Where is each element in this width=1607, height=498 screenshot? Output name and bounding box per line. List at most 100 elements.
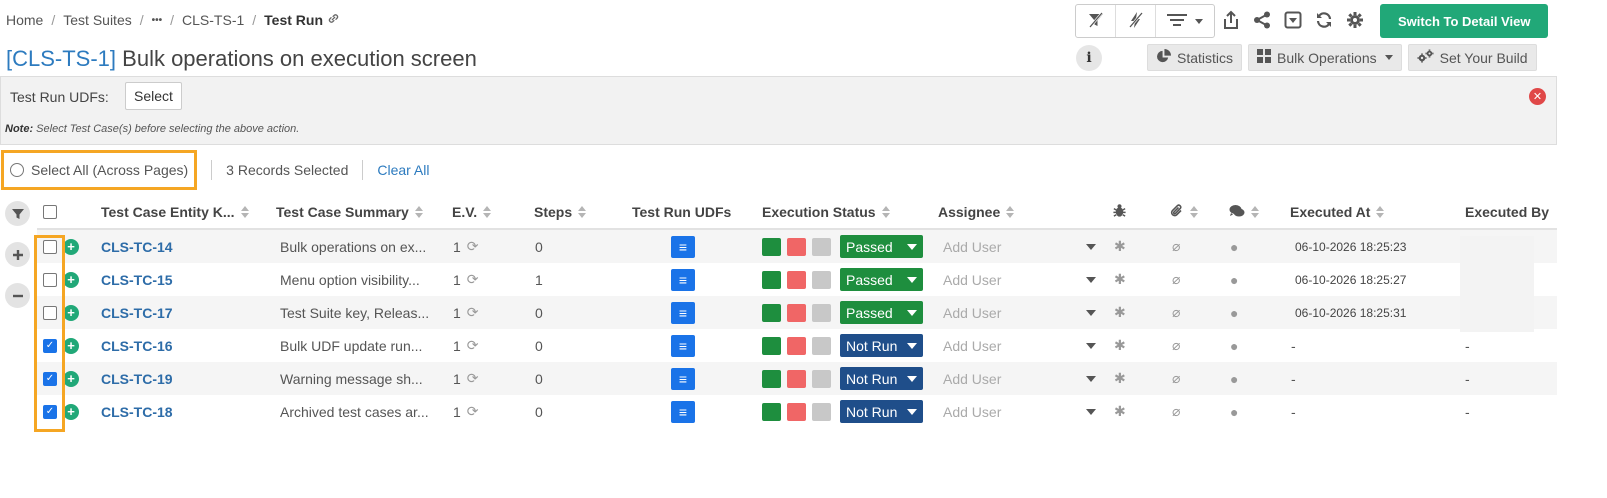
not-run-quick-button[interactable] bbox=[812, 270, 831, 289]
switch-to-detail-view-button[interactable]: Switch To Detail View bbox=[1380, 4, 1549, 38]
bug-icon[interactable]: ✱ bbox=[1114, 230, 1126, 263]
collapse-all-icon[interactable] bbox=[5, 283, 30, 308]
pass-quick-button[interactable] bbox=[762, 270, 781, 289]
pass-quick-button[interactable] bbox=[762, 237, 781, 256]
udf-edit-icon[interactable]: ≡ bbox=[671, 301, 695, 324]
paperclip-icon[interactable]: ⌀ bbox=[1172, 296, 1180, 329]
assignee-select[interactable]: Add User bbox=[943, 263, 1096, 296]
pass-quick-button[interactable] bbox=[762, 369, 781, 388]
add-step-icon[interactable]: + bbox=[63, 238, 79, 255]
assignee-select[interactable]: Add User bbox=[943, 395, 1096, 428]
header-test-case-summary[interactable]: Test Case Summary bbox=[276, 204, 423, 220]
header-select-checkbox[interactable] bbox=[43, 205, 57, 219]
udf-edit-icon[interactable]: ≡ bbox=[671, 268, 695, 291]
test-case-key-link[interactable]: CLS-TC-17 bbox=[101, 305, 173, 321]
add-step-icon[interactable]: + bbox=[63, 337, 79, 354]
pass-quick-button[interactable] bbox=[762, 402, 781, 421]
info-icon[interactable]: i bbox=[1076, 45, 1102, 71]
fail-quick-button[interactable] bbox=[787, 369, 806, 388]
add-step-icon[interactable]: + bbox=[63, 304, 79, 321]
comments-icon[interactable]: ● bbox=[1230, 263, 1238, 296]
statistics-button[interactable]: Statistics bbox=[1147, 44, 1243, 71]
settings-button[interactable] bbox=[1339, 4, 1370, 38]
pass-quick-button[interactable] bbox=[762, 303, 781, 322]
comments-icon[interactable]: ● bbox=[1230, 296, 1238, 329]
add-step-icon[interactable]: + bbox=[63, 370, 79, 387]
share-button[interactable] bbox=[1246, 4, 1277, 38]
sort-dropdown-button[interactable] bbox=[1156, 5, 1214, 37]
paperclip-icon[interactable]: ⌀ bbox=[1172, 362, 1180, 395]
table-row[interactable]: ✓ + CLS-TC-16 Bulk UDF update run... 1 ⟳ … bbox=[37, 329, 1557, 362]
comments-icon[interactable]: ● bbox=[1230, 362, 1238, 395]
udf-select-button[interactable]: Select bbox=[125, 82, 182, 110]
export-button[interactable] bbox=[1215, 4, 1246, 38]
fail-quick-button[interactable] bbox=[787, 336, 806, 355]
pass-quick-button[interactable] bbox=[762, 336, 781, 355]
filter-icon[interactable] bbox=[5, 201, 30, 226]
bug-icon[interactable]: ✱ bbox=[1114, 296, 1126, 329]
breadcrumb-ellipsis[interactable]: ••• bbox=[152, 15, 163, 26]
expand-all-icon[interactable] bbox=[5, 242, 30, 267]
breadcrumb-test-suites[interactable]: Test Suites bbox=[63, 12, 131, 28]
test-case-key-link[interactable]: CLS-TC-19 bbox=[101, 371, 173, 387]
refresh-icon[interactable]: ⟳ bbox=[467, 403, 479, 420]
fail-quick-button[interactable] bbox=[787, 402, 806, 421]
execution-status-dropdown[interactable]: Not Run bbox=[840, 334, 923, 357]
bug-icon[interactable]: ✱ bbox=[1114, 395, 1126, 428]
add-step-icon[interactable]: + bbox=[63, 403, 79, 420]
refresh-icon[interactable]: ⟳ bbox=[467, 370, 479, 387]
test-case-key-link[interactable]: CLS-TC-15 bbox=[101, 272, 173, 288]
test-case-key-link[interactable]: CLS-TC-14 bbox=[101, 239, 173, 255]
bulk-toggle-button[interactable] bbox=[1116, 5, 1156, 37]
table-row[interactable]: + CLS-TC-15 Menu option visibility... 1 ⟳… bbox=[37, 263, 1557, 296]
header-comments[interactable] bbox=[1229, 204, 1259, 221]
close-icon[interactable]: ✕ bbox=[1529, 88, 1546, 105]
execution-status-dropdown[interactable]: Passed bbox=[840, 301, 923, 324]
select-all-radio[interactable] bbox=[10, 163, 24, 177]
refresh-icon[interactable]: ⟳ bbox=[467, 271, 479, 288]
collapse-button[interactable] bbox=[1277, 4, 1308, 38]
refresh-icon[interactable]: ⟳ bbox=[467, 238, 479, 255]
header-executed-by[interactable]: Executed By bbox=[1465, 204, 1549, 220]
fail-quick-button[interactable] bbox=[787, 303, 806, 322]
refresh-icon[interactable]: ⟳ bbox=[467, 337, 479, 354]
header-checkbox[interactable] bbox=[43, 205, 57, 219]
execution-status-dropdown[interactable]: Passed bbox=[840, 268, 923, 291]
add-step-icon[interactable]: + bbox=[63, 271, 79, 288]
execution-status-dropdown[interactable]: Not Run bbox=[840, 367, 923, 390]
not-run-quick-button[interactable] bbox=[812, 237, 831, 256]
table-row[interactable]: ✓ + CLS-TC-19 Warning message sh... 1 ⟳ 0… bbox=[37, 362, 1557, 395]
header-ev[interactable]: E.V. bbox=[452, 204, 492, 220]
test-case-key-link[interactable]: CLS-TC-16 bbox=[101, 338, 173, 354]
execution-status-dropdown[interactable]: Passed bbox=[840, 235, 923, 258]
bug-icon[interactable]: ✱ bbox=[1114, 329, 1126, 362]
udf-edit-icon[interactable]: ≡ bbox=[671, 367, 695, 390]
udf-edit-icon[interactable]: ≡ bbox=[671, 400, 695, 423]
header-attachments[interactable] bbox=[1170, 203, 1198, 221]
set-your-build-button[interactable]: Set Your Build bbox=[1407, 44, 1537, 71]
refresh-icon[interactable]: ⟳ bbox=[467, 304, 479, 321]
paperclip-icon[interactable]: ⌀ bbox=[1172, 230, 1180, 263]
bulk-operations-button[interactable]: Bulk Operations bbox=[1248, 44, 1402, 71]
table-row[interactable]: ✓ + CLS-TC-18 Archived test cases ar... … bbox=[37, 395, 1557, 428]
header-executed-at[interactable]: Executed At bbox=[1290, 204, 1385, 220]
header-assignee[interactable]: Assignee bbox=[938, 204, 1015, 220]
not-run-quick-button[interactable] bbox=[812, 369, 831, 388]
bug-icon[interactable]: ✱ bbox=[1114, 362, 1126, 395]
udf-edit-icon[interactable]: ≡ bbox=[671, 235, 695, 258]
paperclip-icon[interactable]: ⌀ bbox=[1172, 329, 1180, 362]
assignee-select[interactable]: Add User bbox=[943, 329, 1096, 362]
comments-icon[interactable]: ● bbox=[1230, 230, 1238, 263]
not-run-quick-button[interactable] bbox=[812, 303, 831, 322]
comments-icon[interactable]: ● bbox=[1230, 329, 1238, 362]
assignee-select[interactable]: Add User bbox=[943, 296, 1096, 329]
fail-quick-button[interactable] bbox=[787, 270, 806, 289]
table-row[interactable]: + CLS-TC-17 Test Suite key, Releas... 1 ⟳… bbox=[37, 296, 1557, 329]
paperclip-icon[interactable]: ⌀ bbox=[1172, 395, 1180, 428]
not-run-quick-button[interactable] bbox=[812, 336, 831, 355]
test-case-key-link[interactable]: CLS-TC-18 bbox=[101, 404, 173, 420]
breadcrumb-test-suite[interactable]: CLS-TS-1 bbox=[182, 12, 244, 28]
clear-all-link[interactable]: Clear All bbox=[377, 162, 429, 178]
paperclip-icon[interactable]: ⌀ bbox=[1172, 263, 1180, 296]
fail-quick-button[interactable] bbox=[787, 237, 806, 256]
